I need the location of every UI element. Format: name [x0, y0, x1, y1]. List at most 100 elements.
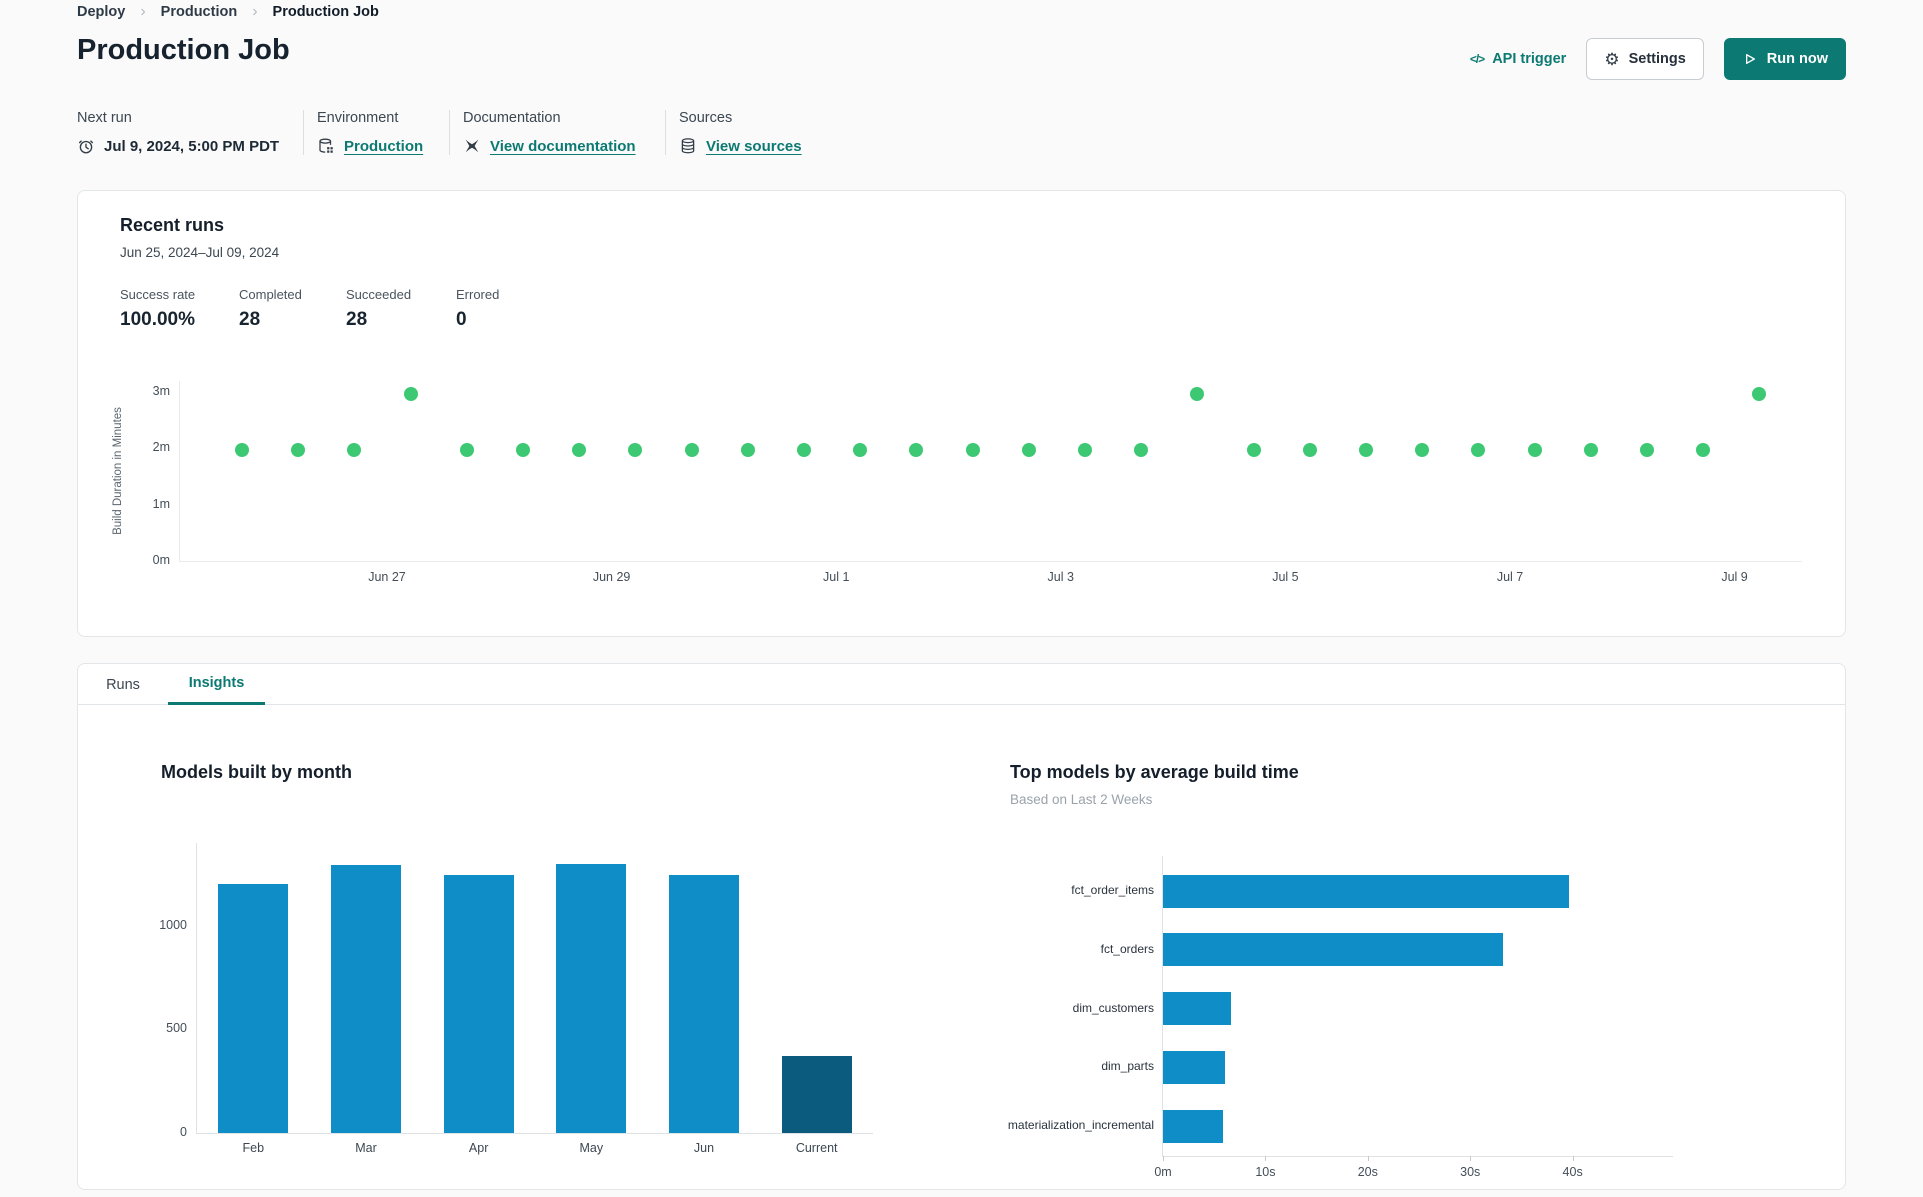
breadcrumb-item-deploy[interactable]: Deploy — [77, 4, 125, 20]
breadcrumb: Deploy › Production › Production Job — [77, 3, 379, 21]
production-job-page: Deploy › Production › Production Job Pro… — [0, 0, 1923, 1197]
scatter-point[interactable] — [1190, 387, 1205, 402]
scatter-point[interactable] — [403, 387, 418, 402]
breadcrumb-item-production[interactable]: Production — [161, 4, 238, 20]
environment-link[interactable]: Production — [344, 138, 423, 155]
scatter-x-tick-label: Jul 3 — [1047, 570, 1074, 584]
bar-category-label: May — [579, 1141, 604, 1155]
hbar[interactable] — [1163, 1050, 1226, 1084]
stat-errored: Errored 0 — [456, 287, 536, 331]
tab-runs[interactable]: Runs — [78, 664, 168, 705]
chevron-right-icon: › — [252, 3, 258, 20]
scatter-point[interactable] — [1359, 442, 1373, 457]
scatter-point[interactable] — [740, 442, 755, 457]
scatter-point[interactable] — [965, 442, 980, 457]
stat-value: 0 — [456, 309, 467, 330]
sources-database-icon — [681, 138, 695, 154]
recent-runs-stats: Success rate 100.00% Completed 28 Succee… — [120, 287, 536, 331]
scatter-point[interactable] — [291, 442, 306, 457]
bar[interactable] — [218, 884, 289, 1133]
view-documentation-link[interactable]: View documentation — [490, 138, 636, 155]
hbar[interactable] — [1163, 1109, 1224, 1143]
stat-value: 28 — [239, 309, 261, 330]
models-built-bar-chart: 0 500 1000 Feb Mar Apr May Jun Current — [159, 843, 873, 1155]
top-models-chart-subtitle: Based on Last 2 Weeks — [1010, 792, 1153, 807]
recent-runs-card: Recent runs Jun 25, 2024–Jul 09, 2024 Su… — [77, 190, 1846, 637]
scatter-point[interactable] — [909, 442, 924, 457]
top-models-chart-title: Top models by average build time — [1010, 762, 1299, 782]
job-detail-card: Runs Insights Models built by month 0 500… — [77, 663, 1846, 1190]
scatter-point[interactable] — [684, 442, 699, 457]
scatter-x-tick-label: Jul 9 — [1721, 570, 1748, 584]
scatter-y-tick-label: 3m — [152, 383, 170, 398]
barh-x-tick-label: 30s — [1460, 1165, 1481, 1179]
stat-completed: Completed 28 — [239, 287, 346, 331]
page-title: Production Job — [77, 34, 290, 66]
environment-database-icon — [319, 138, 333, 153]
gear-icon: ⚙ — [1604, 49, 1620, 69]
barh-x-tick-mark — [1572, 1156, 1574, 1161]
bar[interactable] — [781, 1056, 852, 1133]
barh-x-tick-label: 40s — [1562, 1165, 1583, 1179]
scatter-x-tick-label: Jul 1 — [823, 570, 850, 584]
meta-documentation: Documentation View documentation — [449, 110, 665, 155]
hbar[interactable] — [1163, 992, 1231, 1025]
scatter-y-axis-label: Build Duration in Minutes — [112, 407, 124, 535]
scatter-point[interactable] — [459, 442, 474, 457]
recent-runs-date-range: Jun 25, 2024–Jul 09, 2024 — [120, 245, 280, 260]
scatter-point[interactable] — [1021, 442, 1036, 457]
job-meta-row: Next run Jul 9, 2024, 5:00 PM PDT Enviro… — [77, 110, 885, 155]
scatter-point[interactable] — [1696, 442, 1711, 457]
barh-x-tick-label: 0m — [1154, 1165, 1172, 1179]
scatter-point[interactable] — [1246, 442, 1261, 457]
scatter-point[interactable] — [628, 442, 643, 457]
scatter-point[interactable] — [1752, 387, 1767, 402]
settings-button-label: Settings — [1628, 51, 1686, 67]
models-built-chart-title: Models built by month — [161, 762, 352, 782]
scatter-point[interactable] — [1415, 442, 1430, 457]
view-sources-link[interactable]: View sources — [706, 138, 802, 155]
environment-value-row: Production — [317, 137, 449, 155]
tab-insights[interactable]: Insights — [168, 664, 265, 705]
scatter-point[interactable] — [797, 442, 811, 457]
breadcrumb-item-production-job: Production Job — [272, 4, 379, 20]
stat-success-rate: Success rate 100.00% — [120, 287, 239, 331]
scatter-point[interactable] — [1583, 442, 1598, 457]
hbar-category-label: fct_order_items — [1071, 883, 1154, 897]
scatter-point[interactable] — [1078, 442, 1092, 457]
scatter-x-tick-label: Jul 7 — [1496, 570, 1524, 584]
meta-environment: Environment Production — [303, 110, 449, 155]
bar-category-label: Feb — [242, 1141, 265, 1155]
hbar[interactable] — [1163, 874, 1569, 908]
scatter-point[interactable] — [1640, 442, 1654, 457]
stat-label: Completed — [239, 287, 302, 302]
sources-value-row: View sources — [679, 137, 885, 155]
settings-button[interactable]: ⚙ Settings — [1586, 38, 1704, 80]
documentation-value-row: View documentation — [463, 137, 665, 155]
scatter-point[interactable] — [1134, 442, 1149, 457]
api-trigger-link[interactable]: </> API trigger — [1470, 51, 1566, 67]
scatter-point[interactable] — [1527, 442, 1542, 457]
play-icon — [1745, 54, 1755, 64]
bar-y-tick-label: 1000 — [159, 917, 187, 932]
run-now-button[interactable]: Run now — [1723, 38, 1846, 80]
bar[interactable] — [331, 864, 401, 1133]
scatter-point[interactable] — [347, 442, 362, 457]
scatter-y-tick-label: 0m — [152, 553, 170, 567]
scatter-point[interactable] — [572, 442, 587, 457]
scatter-point[interactable] — [235, 442, 249, 457]
header-actions: </> API trigger ⚙ Settings Run now — [1470, 38, 1846, 80]
barh-x-tick-label: 20s — [1357, 1165, 1378, 1179]
environment-label: Environment — [317, 110, 399, 126]
bar-category-label: Mar — [355, 1141, 377, 1155]
scatter-point[interactable] — [1471, 442, 1486, 457]
dbt-docs-icon — [465, 139, 479, 153]
bar[interactable] — [556, 863, 627, 1133]
scatter-point[interactable] — [1302, 442, 1317, 457]
scatter-point[interactable] — [516, 442, 530, 457]
scatter-point[interactable] — [853, 442, 868, 457]
bar[interactable] — [669, 875, 739, 1133]
bar[interactable] — [443, 875, 514, 1133]
hbar[interactable] — [1163, 933, 1503, 967]
hbar-category-label: materialization_incremental — [1007, 1118, 1154, 1132]
